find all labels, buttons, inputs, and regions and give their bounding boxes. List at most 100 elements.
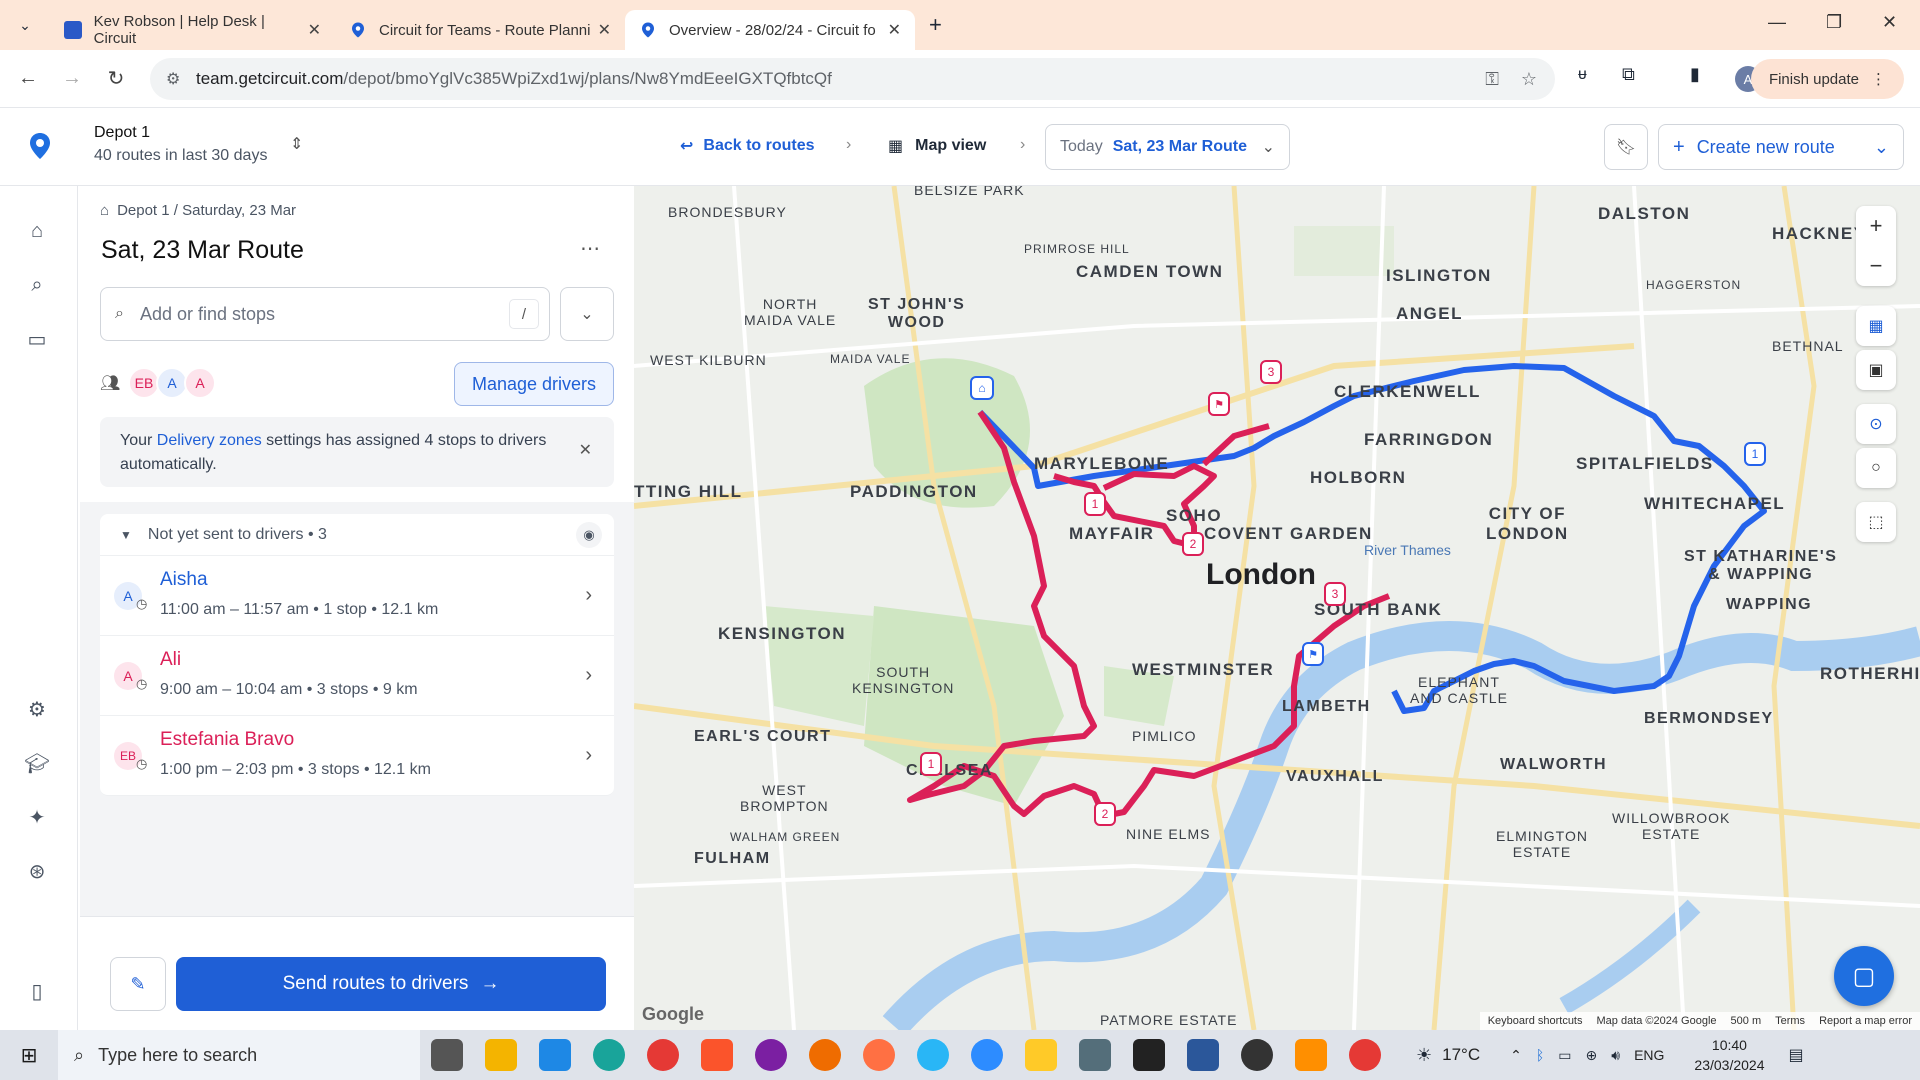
pink-stop-2-marker[interactable]: 2 bbox=[1094, 802, 1116, 826]
depot-marker-icon[interactable]: ⌂ bbox=[970, 376, 994, 400]
select-area-button[interactable]: ⬚ bbox=[1856, 502, 1896, 542]
app-icon[interactable] bbox=[809, 1039, 841, 1071]
pink-stop-3-marker[interactable]: 3 bbox=[1260, 360, 1282, 384]
manage-drivers-button[interactable]: Manage drivers bbox=[454, 362, 614, 406]
pink-stop-3-marker[interactable]: 3 bbox=[1324, 582, 1346, 606]
bluetooth-icon[interactable]: ᛒ bbox=[1536, 1047, 1544, 1063]
dashboard-icon[interactable]: ▭ bbox=[22, 324, 52, 354]
notion-icon[interactable] bbox=[1133, 1039, 1165, 1071]
sparkle-icon[interactable]: ✦ bbox=[22, 802, 52, 832]
tray-chevron-icon[interactable]: ⌃ bbox=[1510, 1047, 1522, 1064]
report-error-link[interactable]: Report a map error bbox=[1819, 1015, 1912, 1027]
close-icon[interactable]: ✕ bbox=[579, 439, 592, 463]
zoom-in-button[interactable]: + bbox=[1856, 206, 1896, 246]
map-layer-button[interactable]: ▦ bbox=[1856, 306, 1896, 346]
circuit-logo-icon[interactable] bbox=[28, 132, 52, 165]
more-options-icon[interactable]: ⋯ bbox=[580, 236, 600, 261]
finish-update-button[interactable]: Finish update ⋮ bbox=[1750, 59, 1904, 99]
driver-route-row[interactable]: A ◷ Ali 9:00 am – 10:04 am • 3 stops • 9… bbox=[100, 636, 614, 716]
browser-tab[interactable]: Circuit for Teams - Route Planni ✕ bbox=[335, 10, 625, 50]
depot-selector[interactable]: Depot 1 40 routes in last 30 days bbox=[94, 124, 267, 165]
volume-icon[interactable]: 🔊︎ bbox=[1611, 1047, 1620, 1064]
minimize-icon[interactable]: — bbox=[1768, 12, 1786, 33]
settings-gear-icon[interactable]: ⚙ bbox=[22, 694, 52, 724]
delivery-zones-link[interactable]: Delivery zones bbox=[157, 432, 262, 449]
clock[interactable]: 10:40 23/03/2024 bbox=[1694, 1035, 1764, 1075]
group-header[interactable]: ▼ Not yet sent to drivers • 3 ◉ bbox=[100, 514, 614, 556]
show-stops-button[interactable]: ⊙ bbox=[1856, 404, 1896, 444]
mail-icon[interactable] bbox=[539, 1039, 571, 1071]
search-options-dropdown[interactable]: ⌄ bbox=[560, 287, 614, 341]
tab-search-icon[interactable]: ⌄ bbox=[0, 17, 50, 34]
stop-search-input[interactable]: ⌕ Add or find stops / bbox=[100, 287, 550, 341]
close-icon[interactable]: ✕ bbox=[308, 20, 321, 40]
chevron-updown-icon[interactable]: ⇕ bbox=[290, 134, 303, 154]
home-icon[interactable]: ⌂ bbox=[22, 216, 52, 246]
blue-end-flag-icon[interactable]: ⚑ bbox=[1302, 642, 1324, 666]
browser-tab[interactable]: Kev Robson | Help Desk | Circuit ✕ bbox=[50, 10, 335, 50]
route-map[interactable]: BELSIZE PARK BRONDESBURY PRIMROSE HILL C… bbox=[634, 186, 1920, 1030]
edge-icon[interactable] bbox=[593, 1039, 625, 1071]
windows-start-icon[interactable]: ⊞ bbox=[0, 1043, 58, 1068]
browser-tab-active[interactable]: Overview - 28/02/24 - Circuit fo ✕ bbox=[625, 10, 915, 50]
create-new-route-button[interactable]: + Create new route ⌄ bbox=[1658, 124, 1904, 170]
side-panel-icon[interactable]: ▮ bbox=[1690, 64, 1700, 85]
close-icon[interactable]: ✕ bbox=[598, 20, 611, 40]
vlc-icon[interactable] bbox=[1295, 1039, 1327, 1071]
support-chat-button[interactable]: ▢ bbox=[1834, 946, 1894, 1006]
close-icon[interactable]: ✕ bbox=[888, 20, 901, 40]
battery-icon[interactable]: ▭ bbox=[1558, 1047, 1571, 1064]
settings-gear-icon[interactable] bbox=[1241, 1039, 1273, 1071]
edit-button[interactable]: ✎ bbox=[110, 957, 166, 1011]
app-icon[interactable] bbox=[755, 1039, 787, 1071]
site-info-icon[interactable]: ⚙ bbox=[166, 69, 180, 89]
extension-icon[interactable]: ᵾ bbox=[1578, 66, 1587, 84]
search-icon[interactable]: ⌕ bbox=[22, 270, 52, 300]
close-window-icon[interactable]: ✕ bbox=[1882, 12, 1897, 33]
taskbar-search[interactable]: ⌕ Type here to search bbox=[58, 1030, 420, 1080]
map-view-link[interactable]: ▦ Map view bbox=[888, 136, 986, 156]
collapse-sidebar-icon[interactable]: ▯ bbox=[22, 976, 52, 1006]
weather-icon[interactable]: ☀ bbox=[1416, 1045, 1432, 1066]
route-date-select[interactable]: Today Sat, 23 Mar Route ⌄ bbox=[1045, 124, 1290, 170]
password-key-icon[interactable]: ⚿ bbox=[1485, 69, 1499, 90]
scale-bar[interactable]: 500 m bbox=[1731, 1015, 1762, 1027]
pink-stop-1-marker[interactable]: 1 bbox=[920, 752, 942, 776]
blue-stop-1-marker[interactable]: 1 bbox=[1744, 442, 1766, 466]
notifications-icon[interactable]: ▤ bbox=[1788, 1045, 1803, 1065]
brave-icon[interactable] bbox=[701, 1039, 733, 1071]
satellite-layer-button[interactable]: ▣ bbox=[1856, 350, 1896, 390]
app-icon[interactable] bbox=[1079, 1039, 1111, 1071]
chrome-icon[interactable] bbox=[647, 1039, 679, 1071]
back-to-routes-link[interactable]: ↩ Back to routes bbox=[680, 136, 815, 156]
puzzle-extensions-icon[interactable]: ⧉ bbox=[1622, 64, 1635, 85]
keyboard-shortcuts-link[interactable]: Keyboard shortcuts bbox=[1488, 1015, 1583, 1027]
zoom-icon[interactable] bbox=[971, 1039, 1003, 1071]
terms-link[interactable]: Terms bbox=[1775, 1015, 1805, 1027]
firefox-icon[interactable] bbox=[863, 1039, 895, 1071]
zoom-out-button[interactable]: − bbox=[1856, 246, 1896, 286]
pink-stop-2-marker[interactable]: 2 bbox=[1182, 532, 1204, 556]
visibility-eye-icon[interactable]: ◉ bbox=[576, 521, 602, 548]
chrome-icon[interactable] bbox=[1349, 1039, 1381, 1071]
telegram-icon[interactable] bbox=[917, 1039, 949, 1071]
task-view-icon[interactable] bbox=[431, 1039, 463, 1071]
new-tab-button[interactable]: + bbox=[929, 12, 942, 38]
send-routes-button[interactable]: Send routes to drivers → bbox=[176, 957, 606, 1011]
driver-route-row[interactable]: EB ◷ Estefania Bravo 1:00 pm – 2:03 pm •… bbox=[100, 716, 614, 796]
help-lifebuoy-icon[interactable]: ⊛ bbox=[22, 856, 52, 886]
graduation-cap-icon[interactable]: 🎓︎ bbox=[22, 748, 52, 778]
file-explorer-icon[interactable] bbox=[1025, 1039, 1057, 1071]
pink-end-flag-icon[interactable]: ⚑ bbox=[1208, 392, 1230, 416]
back-arrow-icon[interactable]: ← bbox=[6, 67, 50, 90]
hide-stops-button[interactable]: ○ bbox=[1856, 448, 1896, 488]
word-icon[interactable] bbox=[1187, 1039, 1219, 1071]
pink-stop-1-marker[interactable]: 1 bbox=[1084, 492, 1106, 516]
bookmark-star-icon[interactable]: ☆ bbox=[1521, 69, 1537, 90]
driver-route-row[interactable]: A ◷ Aisha 11:00 am – 11:57 am • 1 stop •… bbox=[100, 556, 614, 636]
forward-arrow-icon[interactable]: → bbox=[50, 67, 94, 90]
url-field[interactable]: ⚙ team.getcircuit.com/depot/bmoYglVc385W… bbox=[150, 58, 1555, 100]
restore-icon[interactable]: ❐ bbox=[1826, 12, 1842, 33]
store-icon[interactable] bbox=[485, 1039, 517, 1071]
reload-icon[interactable]: ↻ bbox=[94, 66, 138, 91]
